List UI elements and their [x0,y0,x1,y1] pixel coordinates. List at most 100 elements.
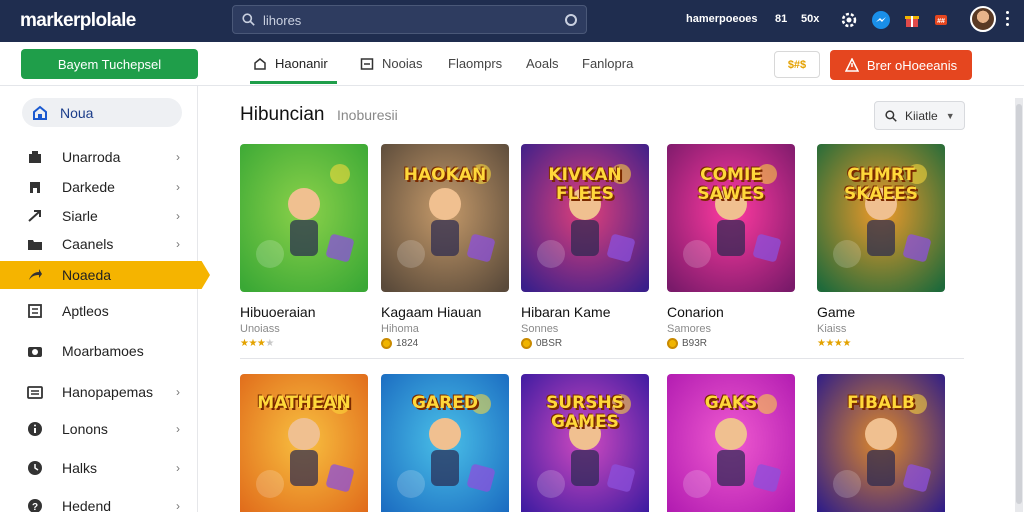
coins-button[interactable]: $#$ [774,51,820,78]
game-title[interactable]: Hibuoeraian [240,304,316,320]
scrollbar-thumb[interactable] [1016,104,1022,504]
tab-4[interactable]: Fanlopra [582,56,633,71]
top-navigation-bar: markerplolale lihores hamerpoeoes 81 50x… [0,0,1024,42]
sort-dropdown[interactable]: Kiiatle ▼ [874,101,965,130]
game-title[interactable]: Kagaam Hiauan [381,304,481,320]
thumbnail-title-art: COMIE SAWES [697,165,765,204]
sidebar-item-label: Caanels [62,236,114,252]
list-icon [27,303,43,319]
chevron-right-icon: › [176,385,180,399]
coin-icon [521,338,532,349]
red-action-button[interactable]: Brer oHoeeanis [830,50,972,80]
sidebar-item-label: Moarbamoes [62,343,144,359]
game-price: B93R [682,338,708,349]
top-link-account[interactable]: hamerpoeoes [686,13,758,25]
tab-label: Haonanir [275,56,328,71]
avatar[interactable] [970,6,996,32]
green-button-label: Bayem Tuchepsel [57,56,162,72]
game-thumbnail[interactable]: COMIE SAWES [667,144,795,292]
tab-3[interactable]: Aoals [526,56,559,71]
game-title[interactable]: Hibaran Kame [521,304,611,320]
card-icon [27,384,43,400]
site-logo[interactable]: markerplolale [20,10,136,32]
gift-icon[interactable] [901,9,923,31]
sidebar-home-label: Noua [60,104,94,121]
sidebar-item-3[interactable]: Caanels › [0,230,198,258]
game-thumbnail[interactable]: GAKS [667,374,795,512]
game-title[interactable]: Game [817,304,855,320]
top-link-balance[interactable]: 50x [801,13,819,25]
game-thumbnail[interactable] [240,144,368,292]
game-category: Unoiass [240,323,280,335]
more-menu-icon[interactable] [1006,11,1010,27]
chevron-right-icon: › [176,180,180,194]
game-thumbnail[interactable]: GARED [381,374,509,512]
game-thumbnail[interactable]: SURSHS GAMES [521,374,649,512]
coin-icon [381,338,392,349]
row-divider [240,358,964,359]
game-thumbnail[interactable]: CHMRT SKAEES [817,144,945,292]
sidebar-item-6[interactable]: Moarbamoes [0,337,198,365]
game-thumbnail[interactable]: KIVKAN FLEES [521,144,649,292]
sidebar: Noua Unarroda › Darkede › Siarle › Caanels › Noa… [0,86,210,512]
coin-icon [667,338,678,349]
game-title[interactable]: Conarion [667,304,724,320]
tab-label: Aoals [526,56,559,71]
sidebar-item-label: Siarle [62,208,98,224]
sidebar-item-2[interactable]: Siarle › [0,202,198,230]
sidebar-item-label: Hedend [62,498,112,512]
home-icon [33,105,47,120]
game-category: Kiaiss [817,323,847,335]
game-price: 0BSR [536,338,563,349]
search-input[interactable]: lihores [263,13,301,28]
notification-badge-text: ## [937,18,945,25]
tab-0[interactable]: Haonanir [253,56,328,71]
rating-stars: ★★★★ [240,338,274,349]
window-icon [360,57,374,70]
search-bar[interactable]: lihores [232,5,587,34]
thumbnail-title-art: HAOKAN [403,165,487,185]
sidebar-item-7[interactable]: Hanopapemas › [0,378,198,406]
help-icon: ? [27,498,43,512]
sidebar-item-5[interactable]: Aptleos [0,297,198,325]
search-submit-icon[interactable] [565,14,577,26]
messenger-icon[interactable] [870,9,892,31]
sidebar-item-home[interactable]: Noua [22,98,182,127]
primary-green-button[interactable]: Bayem Tuchepsel [21,49,198,79]
page-title: Hibuncian [240,104,325,125]
gear-icon[interactable] [838,9,860,31]
game-thumbnail[interactable]: FIBALB [817,374,945,512]
info-icon [27,421,43,437]
tab-1[interactable]: Nooias [360,56,422,71]
chevron-right-icon: › [176,422,180,436]
game-thumbnail[interactable]: MATHEAN [240,374,368,512]
sidebar-item-4[interactable]: Noaeda [0,261,210,289]
active-tab-indicator [250,81,337,84]
clock-icon [27,460,43,476]
folder-icon [27,236,43,252]
sidebar-item-8[interactable]: Lonons › [0,415,198,443]
thumbnail-title-art: MATHEAN [257,393,351,413]
game-meta: B93R [667,338,707,349]
sidebar-item-9[interactable]: Halks › [0,454,198,482]
sidebar-item-1[interactable]: Darkede › [0,173,198,201]
chevron-right-icon: › [176,150,180,164]
thumbnail-title-art: CHMRT SKAEES [843,165,919,204]
arrow-icon [27,208,43,224]
game-category: Hihoma [381,323,419,335]
sidebar-item-10[interactable]: ? Hedend › [0,492,198,512]
top-link-count[interactable]: 81 [775,13,787,25]
sidebar-item-0[interactable]: Unarroda › [0,143,198,171]
thumbnail-title-art: GARED [412,393,478,413]
game-thumbnail[interactable]: HAOKAN [381,144,509,292]
notification-icon[interactable]: ## [930,9,952,31]
sort-label: Kiiatle [905,108,938,123]
game-category: Samores [667,323,712,335]
vertical-scrollbar[interactable] [1015,98,1023,512]
sidebar-item-label: Lonons [62,421,108,437]
tab-2[interactable]: Flaomprs [448,56,502,71]
sidebar-item-label: Unarroda [62,149,121,165]
secondary-toolbar: Bayem Tuchepsel Haonanir Nooias Flaomprs… [0,42,1024,86]
sidebar-item-label: Halks [62,460,98,476]
sidebar-item-label: Hanopapemas [62,384,154,400]
